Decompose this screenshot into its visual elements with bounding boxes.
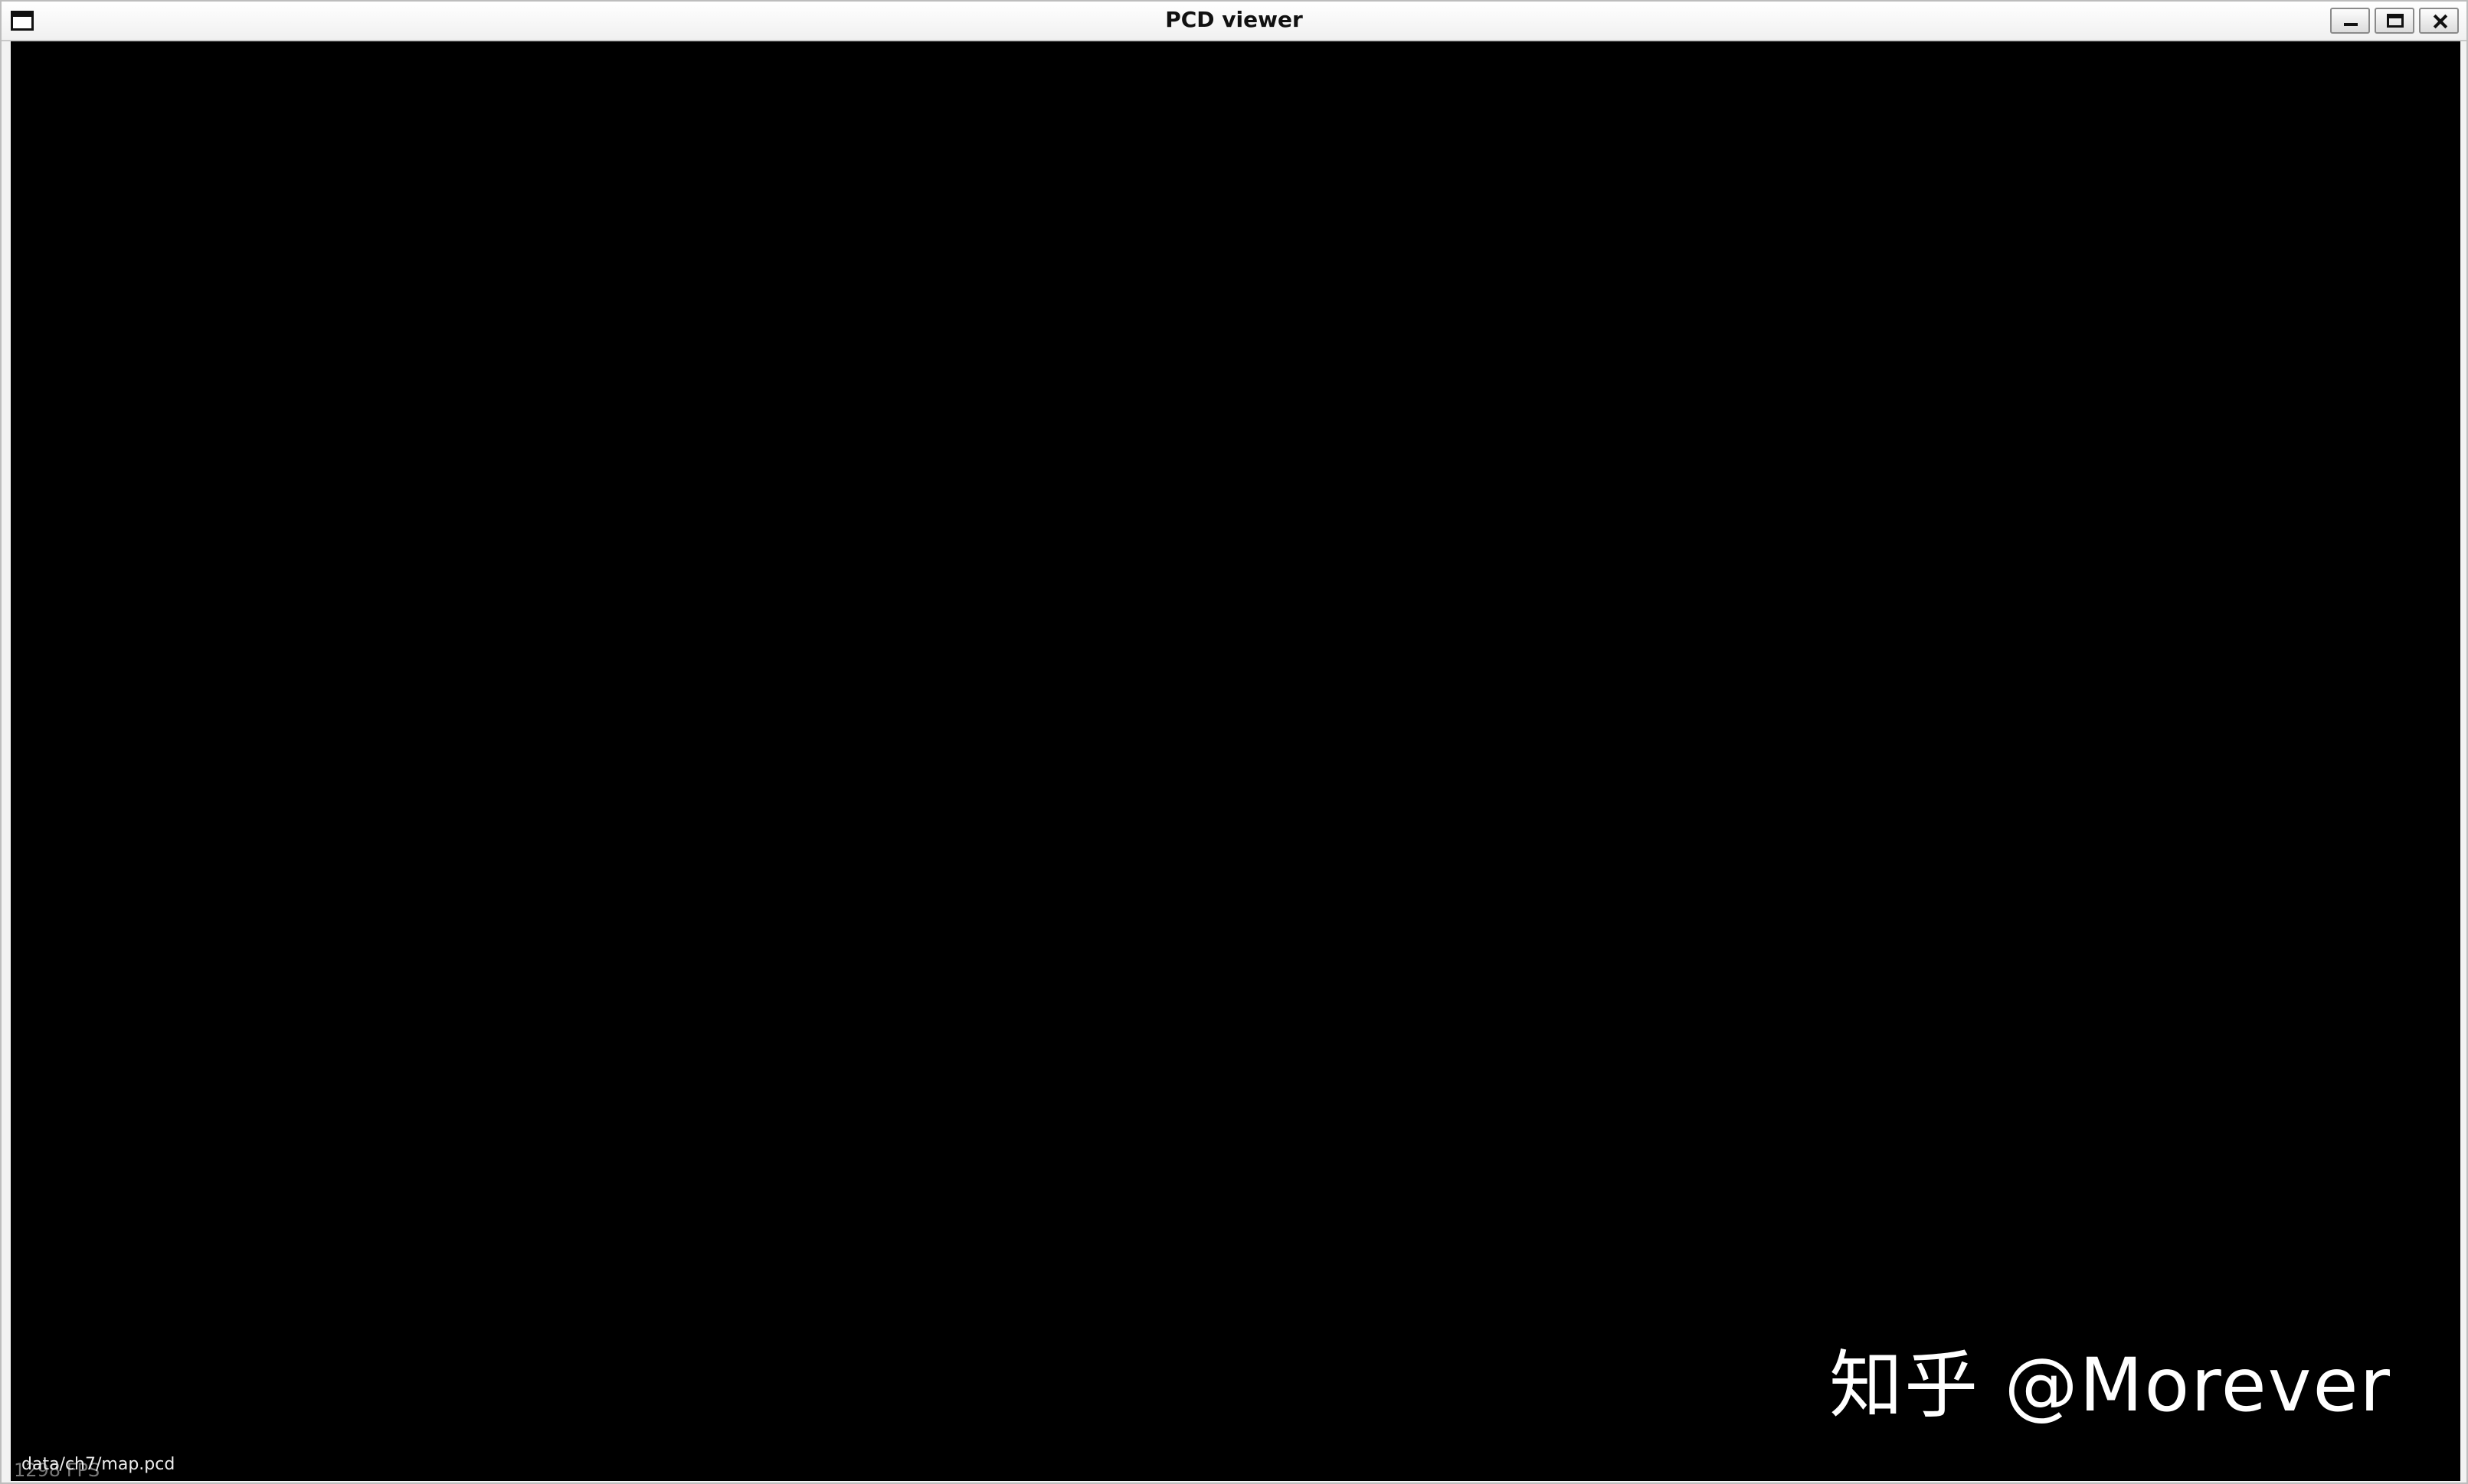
minimize-icon[interactable] bbox=[2330, 8, 2370, 34]
window-title: PCD viewer bbox=[1165, 7, 1303, 32]
title-bar[interactable]: PCD viewer bbox=[2, 2, 2466, 41]
zhihu-watermark: 知乎 @Morever bbox=[1829, 1342, 2391, 1428]
window-controls bbox=[2330, 8, 2459, 34]
pcd-viewer-window: PCD viewer 1298 FPS data/ch7/map.pcd 知乎 … bbox=[0, 0, 2468, 1484]
maximize-icon[interactable] bbox=[2375, 8, 2414, 34]
cloud-filename-label: data/ch7/map.pcd bbox=[21, 1455, 175, 1474]
close-icon[interactable] bbox=[2419, 8, 2459, 34]
point-cloud-viewport[interactable]: 1298 FPS data/ch7/map.pcd 知乎 @Morever bbox=[11, 41, 2460, 1481]
